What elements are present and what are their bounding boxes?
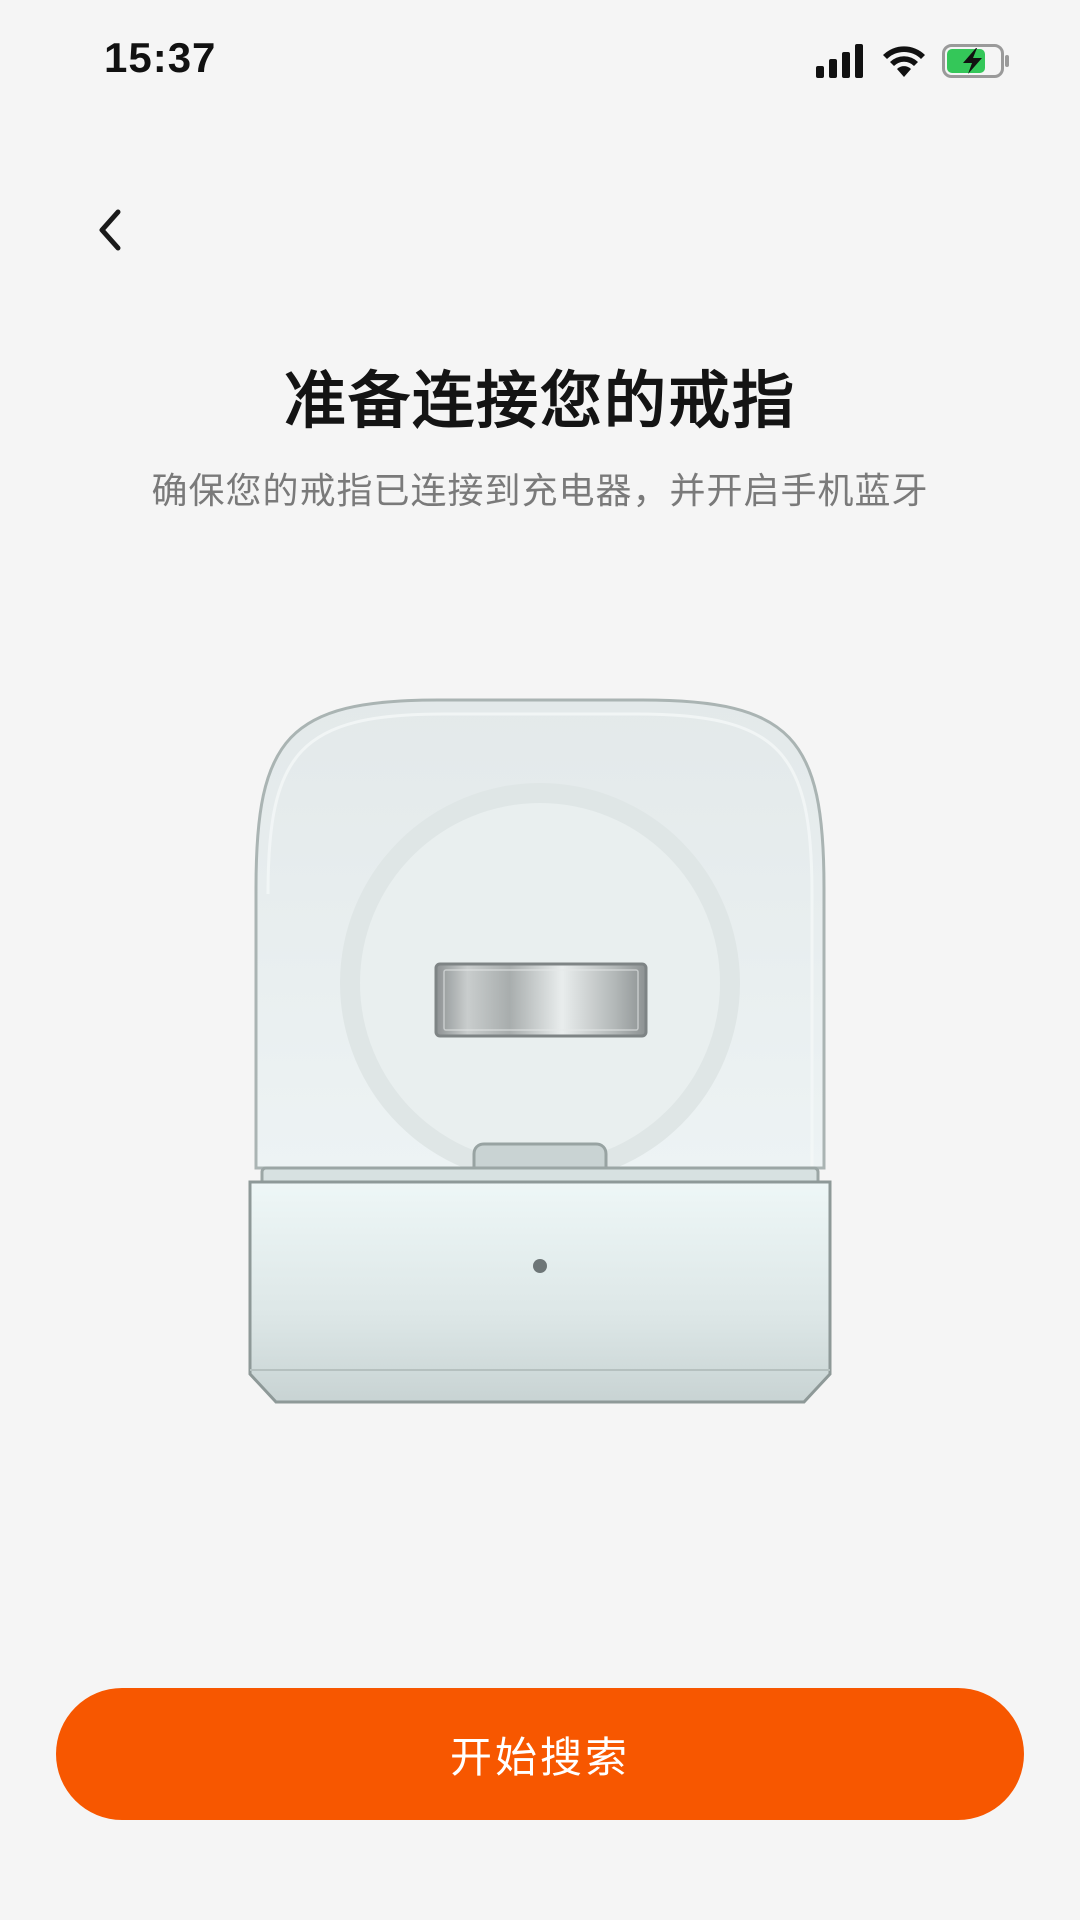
wifi-icon bbox=[883, 46, 925, 77]
page-title: 准备连接您的戒指 bbox=[283, 364, 796, 437]
start-search-button[interactable]: 开始搜索 bbox=[56, 1688, 1024, 1820]
page-subtitle: 确保您的戒指已连接到充电器，并开启手机蓝牙 bbox=[151, 471, 929, 512]
status-time: 15:37 bbox=[104, 34, 217, 81]
chevron-left-icon bbox=[99, 209, 121, 251]
battery-charging-icon bbox=[942, 44, 1009, 78]
indicator-light bbox=[533, 1259, 547, 1273]
screen: 15:37 准备连接您的戒指 确保您的戒指已连接到充电器，并开启手机蓝牙 开始搜… bbox=[0, 0, 1080, 1920]
back-button[interactable] bbox=[80, 200, 140, 260]
ring bbox=[434, 962, 648, 1038]
cellular-signal-icon bbox=[816, 44, 863, 78]
status-icons bbox=[816, 40, 1010, 82]
ring-charger-illustration bbox=[248, 698, 832, 1404]
